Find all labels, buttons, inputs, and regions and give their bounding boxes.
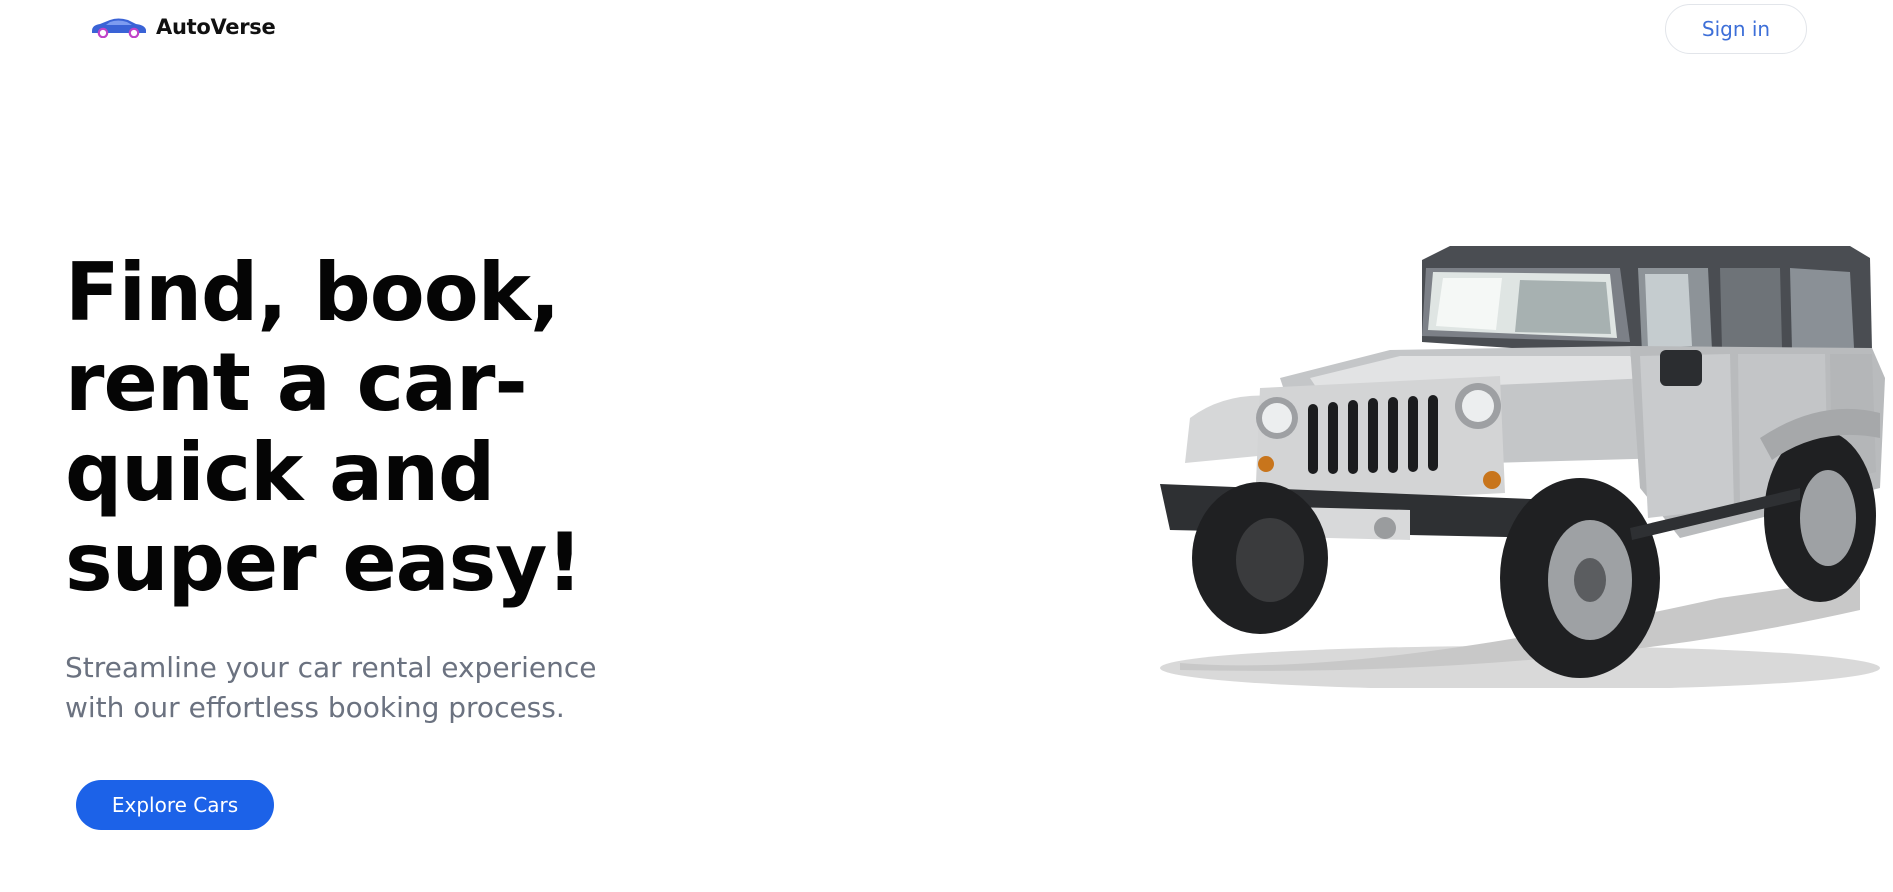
hero-subtitle-line: with our effortless booking process. (65, 691, 565, 724)
car-logo-icon (92, 18, 146, 38)
hero-subtitle: Streamline your car rental experience wi… (65, 648, 685, 728)
hero-title-line: rent a car- (65, 336, 528, 429)
landing-page: AutoVerse Sign in Find, book, rent a car… (0, 0, 1893, 892)
navbar: AutoVerse Sign in (0, 0, 1893, 60)
hero-subtitle-line: Streamline your car rental experience (65, 651, 597, 684)
jeep-illustration (1160, 246, 1885, 688)
hero-title-line: quick and (65, 426, 495, 519)
hero-title-line: super easy! (65, 516, 583, 609)
hero-title-line: Find, book, (65, 246, 560, 339)
hero-title: Find, book, rent a car- quick and super … (65, 248, 685, 608)
sign-in-button[interactable]: Sign in (1665, 4, 1807, 54)
hero-car-image (1160, 238, 1890, 688)
brand[interactable]: AutoVerse (90, 15, 276, 39)
explore-cars-button[interactable]: Explore Cars (76, 780, 274, 830)
brand-name: AutoVerse (156, 15, 276, 39)
